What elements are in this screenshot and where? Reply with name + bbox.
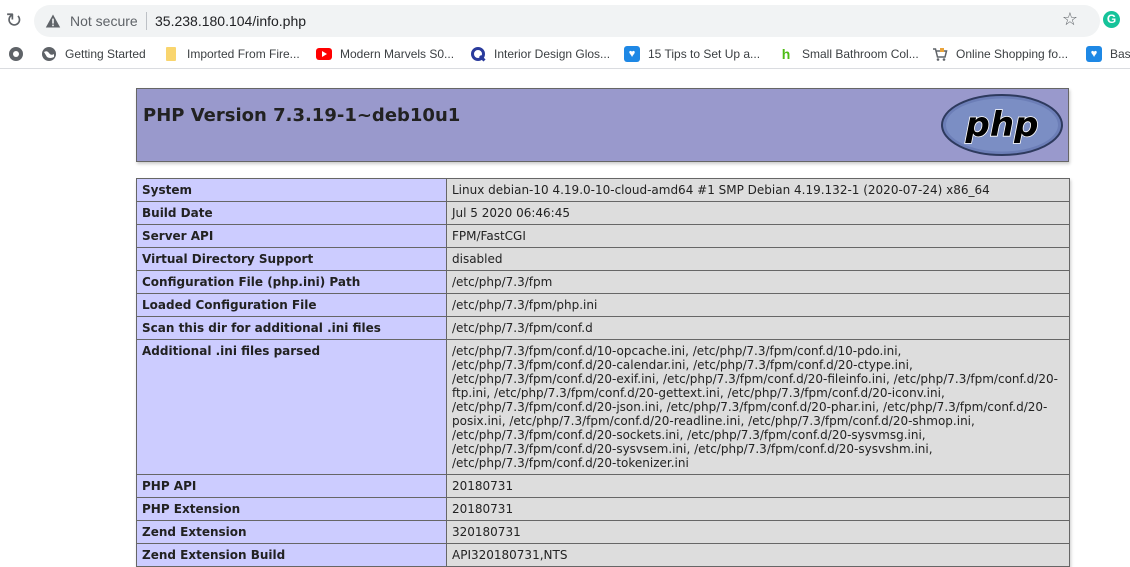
bookmark-label: Online Shopping fo... [956,47,1069,61]
youtube-icon [316,48,332,60]
bookmark-star-icon[interactable]: ☆ [1062,10,1078,30]
address-bar[interactable]: Not secure 35.238.180.104/info.php ☆ [34,5,1100,37]
row-value: /etc/php/7.3/fpm/conf.d/10-opcache.ini, … [446,339,1070,475]
security-label[interactable]: Not secure [70,12,138,30]
table-row: Zend Extension 320180731 [136,520,1070,544]
row-label: System [136,178,447,202]
row-label: Virtual Directory Support [136,247,447,271]
row-label: PHP Extension [136,497,447,521]
bookmark-label: Modern Marvels S0... [340,47,455,61]
row-value: FPM/FastCGI [446,224,1070,248]
browser-toolbar: ↻ Not secure 35.238.180.104/info.php ☆ G [0,0,1130,40]
heart-icon: ♥ [1086,46,1102,62]
row-label: Build Date [136,201,447,225]
row-value: disabled [446,247,1070,271]
row-value: /etc/php/7.3/fpm [446,270,1070,294]
warning-icon [45,14,61,28]
table-row: Additional .ini files parsed/etc/php/7.3… [136,339,1070,475]
url-text[interactable]: 35.238.180.104/info.php [155,12,306,30]
bookmarks-bar: Getting Started Imported From Fire... Mo… [0,40,1130,69]
row-label: Loaded Configuration File [136,293,447,317]
php-info-table: System Linux debian-10 4.19.0-10-cloud-am… [136,178,1070,567]
bookmark-label: 15 Tips to Set Up a... [648,47,761,61]
row-value: /etc/php/7.3/fpm/conf.d [446,316,1070,340]
bookmark-label: Imported From Fire... [187,47,300,61]
table-row: Loaded Configuration File/etc/php/7.3/fp… [136,293,1070,317]
apps-icon[interactable] [8,43,26,65]
page-content: PHP Version 7.3.19-1~deb10u1 php System L… [0,69,1130,567]
grammarly-extension-icon[interactable]: G [1103,11,1120,28]
row-label: Zend Extension Build [136,543,447,567]
row-value: 320180731 [446,520,1070,544]
table-row: Zend Extension Build API320180731,NTS [136,543,1070,567]
bookmark-label: Getting Started [65,47,146,61]
row-label: Scan this dir for additional .ini files [136,316,447,340]
row-value: API320180731,NTS [446,543,1070,567]
row-value: 20180731 [446,497,1070,521]
row-label: Additional .ini files parsed [136,339,447,475]
heart-icon: ♥ [624,46,640,62]
reload-icon[interactable]: ↻ [4,9,24,31]
table-row: System Linux debian-10 4.19.0-10-cloud-am… [136,178,1070,202]
row-label: Configuration File (php.ini) Path [136,270,447,294]
row-label: Zend Extension [136,520,447,544]
houzz-icon: h [781,46,791,62]
globe-icon [42,47,56,61]
table-row: Build Date Jul 5 2020 06:46:45 [136,201,1070,225]
row-label: Server API [136,224,447,248]
bookmark-label: Small Bathroom Col... [802,47,919,61]
q-icon [471,47,486,62]
php-logo[interactable]: php [940,93,1064,157]
page-title: PHP Version 7.3.19-1~deb10u1 [143,105,461,126]
folder-icon [166,47,176,61]
php-logo-text: php [965,105,1039,145]
table-row: Configuration File (php.ini) Path/etc/ph… [136,270,1070,294]
table-row: PHP Extension 20180731 [136,497,1070,521]
php-version-header: PHP Version 7.3.19-1~deb10u1 php [136,88,1069,162]
table-row: Server API FPM/FastCGI [136,224,1070,248]
row-value: /etc/php/7.3/fpm/php.ini [446,293,1070,317]
table-row: PHP API 20180731 [136,474,1070,498]
row-value: Jul 5 2020 06:46:45 [446,201,1070,225]
table-row: Scan this dir for additional .ini files /… [136,316,1070,340]
cart-icon [933,48,948,61]
row-value: Linux debian-10 4.19.0-10-cloud-amd64 #1… [446,178,1070,202]
row-label: PHP API [136,474,447,498]
bookmark-label: Basi [1110,47,1130,61]
row-value: 20180731 [446,474,1070,498]
bookmark-label: Interior Design Glos... [494,47,611,61]
address-separator [146,12,147,30]
table-row: Virtual Directory Support disabled [136,247,1070,271]
